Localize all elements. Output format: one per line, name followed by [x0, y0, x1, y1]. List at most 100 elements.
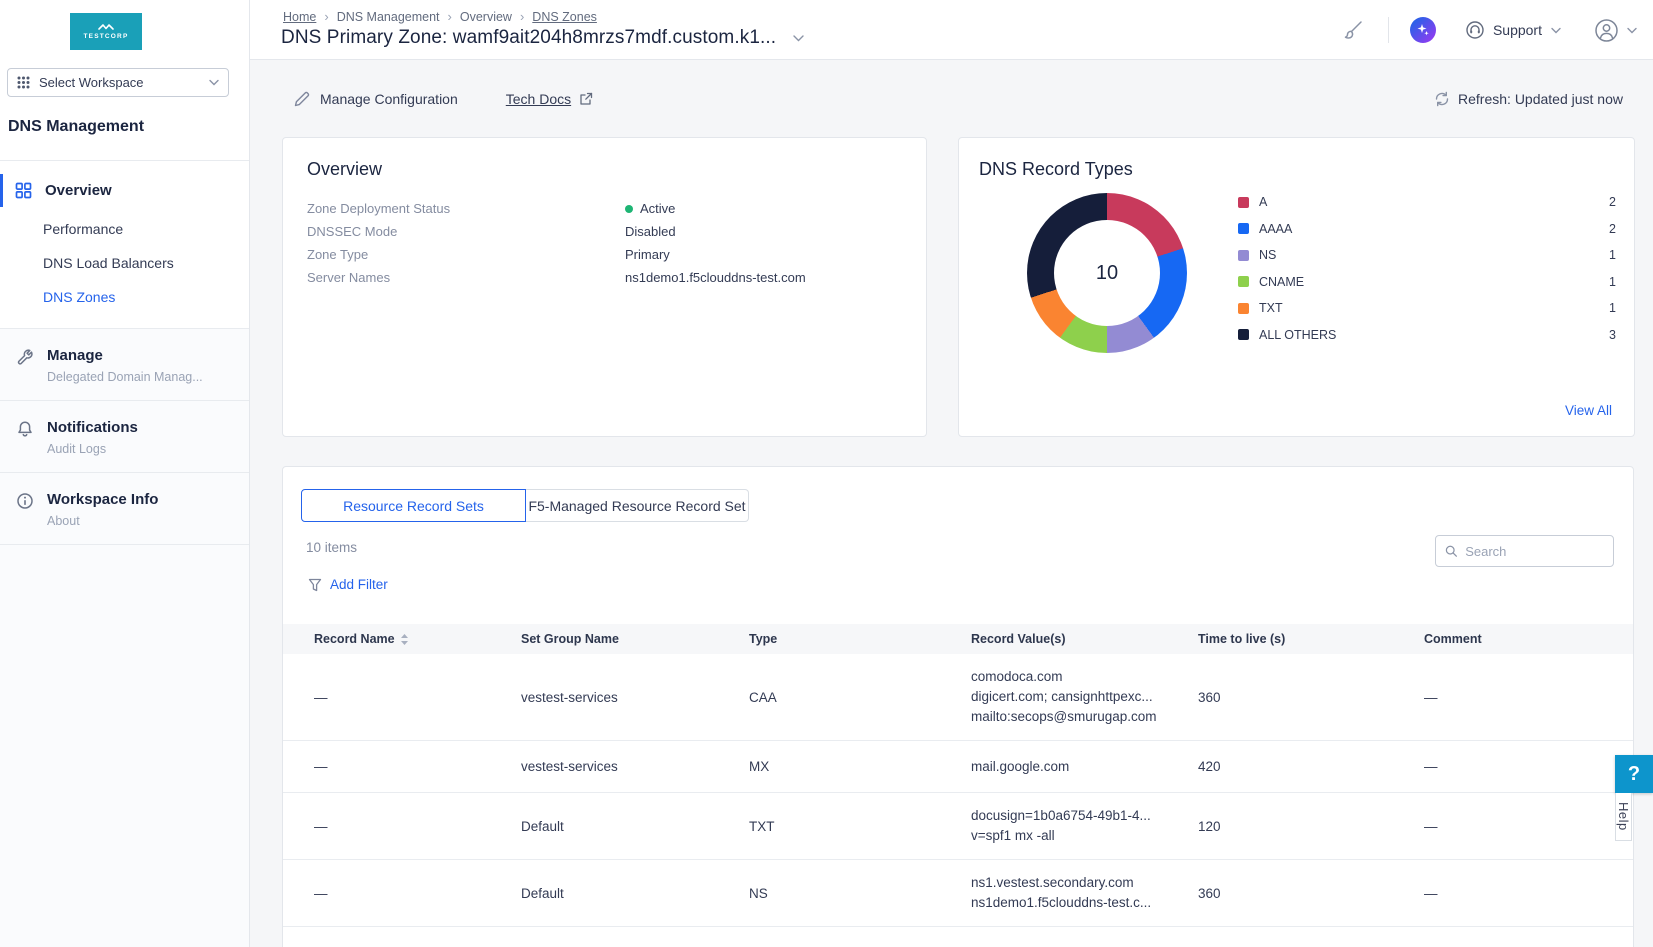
sidebar-item-notifications[interactable]: Notifications Audit Logs	[0, 400, 249, 472]
overview-row-label: Zone Deployment Status	[307, 201, 625, 216]
legend-item-ns: NS1	[1238, 242, 1616, 269]
overview-row: Zone Deployment StatusActive	[307, 197, 902, 220]
legend-label: CNAME	[1259, 275, 1609, 289]
overview-rows: Zone Deployment StatusActiveDNSSEC ModeD…	[307, 197, 902, 289]
help-button[interactable]: ?	[1615, 755, 1653, 793]
record-values-cell: ns1.vestest.secondary.com ns1demo1.f5clo…	[971, 873, 1198, 913]
topbar: Home›DNS Management›Overview›DNS Zones D…	[250, 0, 1653, 60]
donut-chart: 10	[1027, 193, 1187, 353]
sidebar-item-dns-load-balancers[interactable]: DNS Load Balancers	[43, 255, 249, 271]
legend-value: 1	[1609, 301, 1616, 315]
sidebar-item-manage[interactable]: Manage Delegated Domain Manag...	[0, 328, 249, 400]
column-header-label: Set Group Name	[521, 632, 619, 646]
tabs: Resource Record SetsF5-Managed Resource …	[301, 489, 749, 522]
ttl-cell: 420	[1198, 759, 1424, 774]
view-all-link[interactable]: View All	[1565, 403, 1612, 418]
sidebar-filler	[0, 544, 249, 947]
sidebar-item-notifications-label: Notifications	[47, 419, 249, 436]
search-input[interactable]	[1465, 544, 1604, 559]
workspace-selector[interactable]: Select Workspace	[7, 68, 229, 97]
tab-f5-managed-resource-record-set[interactable]: F5-Managed Resource Record Set	[526, 489, 749, 522]
column-header-type: Type	[749, 632, 971, 646]
table-row[interactable]: —vestest-servicesCAAcomodoca.com digicer…	[283, 654, 1633, 741]
legend-value: 1	[1609, 275, 1616, 289]
legend-item-cname: CNAME1	[1238, 269, 1616, 296]
sidebar-item-workspace-info[interactable]: Workspace Info About	[0, 472, 249, 544]
add-filter-label: Add Filter	[330, 577, 388, 592]
paintbrush-icon[interactable]	[1342, 19, 1364, 41]
record-name-cell: —	[314, 690, 521, 705]
sidebar-item-manage-label: Manage	[47, 347, 249, 364]
sidebar-item-dns-zones[interactable]: DNS Zones	[43, 289, 249, 305]
overview-row-value: Primary	[625, 247, 670, 262]
column-header-label: Time to live (s)	[1198, 632, 1285, 646]
refresh-button[interactable]: Refresh: Updated just now	[1434, 91, 1623, 107]
column-header-comment: Comment	[1424, 632, 1633, 646]
table-row[interactable]: —vestest-servicesMXmail.google.com420—	[283, 741, 1633, 793]
record-name-cell: —	[314, 819, 521, 834]
comment-cell: —	[1424, 886, 1633, 901]
manage-configuration-button[interactable]: Manage Configuration	[293, 90, 458, 108]
bell-icon	[16, 420, 34, 438]
record-values-cell: comodoca.com digicert.com; cansignhttpex…	[971, 667, 1198, 727]
breadcrumb-item-overview[interactable]: Overview	[460, 10, 512, 24]
table-body: —vestest-servicesCAAcomodoca.com digicer…	[283, 654, 1633, 947]
legend-value: 2	[1609, 222, 1616, 236]
help-label[interactable]: Help	[1615, 793, 1632, 841]
support-menu[interactable]: Support	[1465, 20, 1561, 40]
column-header-label: Record Name	[314, 632, 395, 646]
breadcrumb-item-home[interactable]: Home	[283, 10, 316, 24]
refresh-label: Refresh: Updated just now	[1458, 91, 1623, 107]
comment-cell: —	[1424, 690, 1633, 705]
column-header-label: Comment	[1424, 632, 1482, 646]
overview-row: Zone TypePrimary	[307, 243, 902, 266]
avatar-icon	[1594, 18, 1619, 43]
column-header-label: Record Value(s)	[971, 632, 1065, 646]
legend-swatch	[1238, 303, 1249, 314]
add-filter-button[interactable]: Add Filter	[308, 577, 388, 592]
breadcrumb-item-dns-zones[interactable]: DNS Zones	[532, 10, 597, 24]
overview-row-label: Server Names	[307, 270, 625, 285]
tab-resource-record-sets[interactable]: Resource Record Sets	[301, 489, 526, 522]
tech-docs-link[interactable]: Tech Docs	[506, 91, 593, 107]
record-values-cell: mail.google.com	[971, 757, 1198, 777]
sidebar: TESTCORP Select Workspace DNS Management…	[0, 0, 250, 947]
topbar-divider	[1388, 17, 1389, 43]
table-row[interactable]: —DefaultTXTdocusign=1b0a6754-49b1-4... v…	[283, 793, 1633, 860]
ttl-cell: 120	[1198, 819, 1424, 834]
legend-value: 1	[1609, 248, 1616, 262]
ttl-cell: 360	[1198, 886, 1424, 901]
column-header-record-name[interactable]: Record Name	[314, 632, 521, 646]
set-group-name-cell: Default	[521, 886, 749, 901]
overview-row: Server Namesns1demo1.f5clouddns-test.com	[307, 266, 902, 289]
funnel-icon	[308, 578, 322, 592]
overview-row-label: Zone Type	[307, 247, 625, 262]
ai-assistant-icon[interactable]	[1410, 17, 1436, 43]
sidebar-item-notifications-sublabel: Audit Logs	[47, 442, 249, 456]
user-menu[interactable]	[1594, 18, 1637, 43]
sidebar-item-workspace-info-sublabel: About	[47, 514, 249, 528]
overview-row-value: ns1demo1.f5clouddns-test.com	[625, 270, 806, 285]
set-group-name-cell: vestest-services	[521, 759, 749, 774]
grid-dots-icon	[17, 76, 30, 89]
set-group-name-cell: vestest-services	[521, 690, 749, 705]
status-dot	[625, 205, 633, 213]
table-row[interactable]: —DefaultNSns1.vestest.secondary.com ns1d…	[283, 860, 1633, 927]
legend-item-a: A2	[1238, 189, 1616, 216]
set-group-name-cell: Default	[521, 819, 749, 834]
sidebar-item-overview[interactable]: Overview	[0, 174, 249, 207]
search-icon	[1445, 544, 1457, 558]
ttl-cell: 360	[1198, 690, 1424, 705]
chevron-down-icon	[209, 79, 219, 86]
sidebar-item-performance[interactable]: Performance	[43, 221, 249, 237]
title-chevron-down-icon[interactable]	[793, 35, 804, 42]
legend-swatch	[1238, 250, 1249, 261]
breadcrumb-separator: ›	[324, 9, 328, 24]
record-values-cell: docusign=1b0a6754-49b1-4... v=spf1 mx -a…	[971, 806, 1198, 846]
breadcrumb-item-dns-management[interactable]: DNS Management	[337, 10, 440, 24]
workspace-selector-label: Select Workspace	[39, 75, 209, 90]
manage-configuration-label: Manage Configuration	[320, 91, 458, 107]
table-row[interactable]: —DefaultAAAA1111:1111...300—	[283, 927, 1633, 947]
sidebar-item-manage-sublabel: Delegated Domain Manag...	[47, 370, 249, 384]
legend-swatch	[1238, 223, 1249, 234]
